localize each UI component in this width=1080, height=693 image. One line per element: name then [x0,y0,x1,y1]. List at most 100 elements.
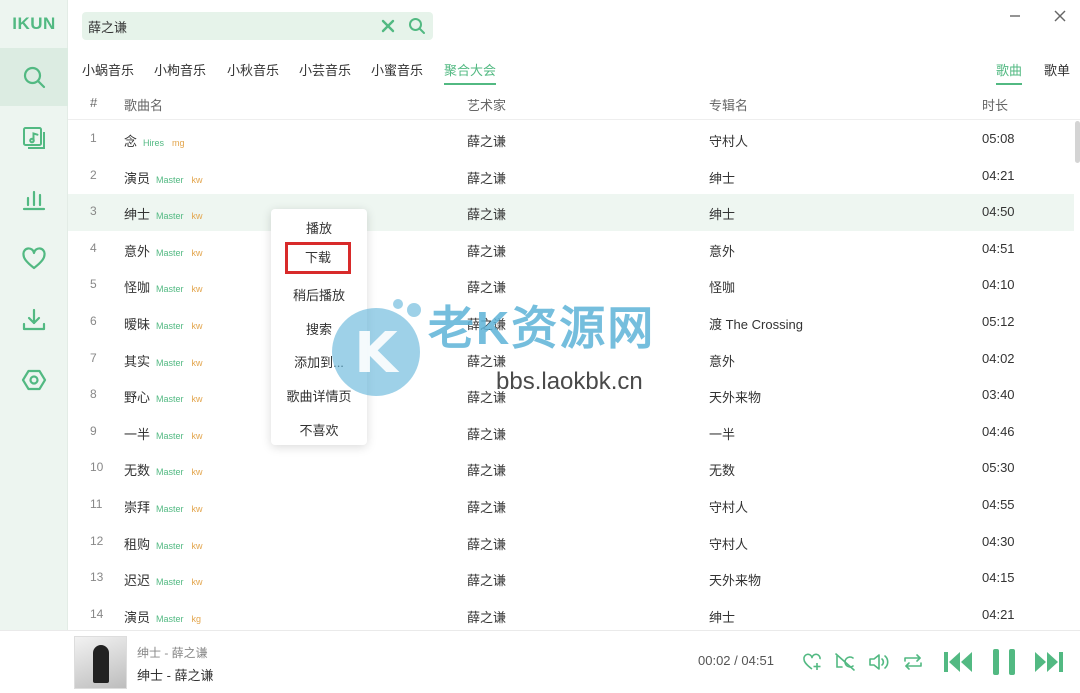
now-playing-title[interactable]: 绅士 - 薛之谦 [137,665,214,684]
header-num: # [90,95,98,110]
artist-cell[interactable]: 薛之谦 [467,534,506,553]
artist-cell[interactable]: 薛之谦 [467,351,506,370]
artist-cell[interactable]: 薛之谦 [467,387,506,406]
album-cell[interactable]: 意外 [709,241,735,260]
duration-cell: 05:08 [982,131,1015,146]
repeat-icon[interactable] [902,652,924,672]
sidebar-item-favorites[interactable] [0,230,68,288]
close-icon[interactable] [1050,6,1070,26]
table-row[interactable]: 10 无数 Master kw 薛之谦 无数 05:30 [68,450,1074,487]
song-title: 暧昧 [124,317,151,332]
duration-cell: 04:21 [982,606,1015,622]
artist-cell[interactable]: 薛之谦 [467,241,506,260]
source-tag: kw [191,284,203,295]
album-cell[interactable]: 守村人 [709,131,748,150]
menu-item-add-to[interactable]: 添加到... [271,352,367,371]
album-cell[interactable]: 一半 [709,424,735,443]
tab-source-2[interactable]: 小枸音乐 [154,60,206,79]
table-row[interactable]: 5 怪咖 Master kw 薛之谦 怪咖 04:10 [68,267,1074,304]
menu-item-download[interactable]: 下载 [285,242,351,274]
tab-source-1[interactable]: 小蜗音乐 [82,60,134,79]
quality-tag: Master [156,540,184,551]
tab-source-4[interactable]: 小芸音乐 [299,60,351,79]
source-tag: kw [191,174,203,185]
pause-icon[interactable] [990,648,1018,676]
table-row[interactable]: 7 其实 Master kw 薛之谦 意外 04:02 [68,341,1074,378]
table-row[interactable]: 2 演员 Master kw 薛之谦 绅士 04:21 [68,158,1074,195]
search-submit-icon[interactable] [408,17,426,35]
lyrics-icon[interactable] [834,652,856,672]
artist-cell[interactable]: 薛之谦 [467,277,506,296]
duration-cell: 04:21 [982,167,1015,183]
album-cell[interactable]: 无数 [709,460,735,479]
table-row[interactable]: 13 迟迟 Master kw 薛之谦 天外来物 04:15 [68,560,1074,597]
sidebar-item-charts[interactable] [0,170,68,228]
tab-songs[interactable]: 歌曲 [996,60,1023,85]
table-row[interactable]: 14 演员 Master kg 薛之谦 绅士 04:21 [68,597,1074,634]
time-display: 00:02 / 04:51 [698,653,774,668]
song-name-cell: 其实 Master kw [124,351,203,370]
favorite-plus-icon[interactable] [802,652,822,672]
artist-cell[interactable]: 薛之谦 [467,314,506,333]
artist-cell[interactable]: 薛之谦 [467,607,506,626]
song-name-cell: 暧昧 Master kw [124,314,203,333]
menu-item-play[interactable]: 播放 [271,218,367,237]
quality-tag: Master [156,504,184,514]
minimize-icon[interactable] [1005,6,1025,26]
song-name-cell: 念 Hires mg [124,131,185,150]
sidebar-item-downloads[interactable] [0,291,68,349]
tab-source-3[interactable]: 小秋音乐 [227,60,279,79]
menu-item-dislike[interactable]: 不喜欢 [271,420,367,439]
song-name-cell: 绅士 Master kw [124,204,203,223]
table-row[interactable]: 6 暧昧 Master kw 薛之谦 渡 The Crossing 05:12 [68,304,1074,341]
album-cell[interactable]: 天外来物 [709,387,761,406]
album-cell[interactable]: 怪咖 [709,277,735,296]
sidebar-item-settings[interactable] [0,351,68,409]
artist-cell[interactable]: 薛之谦 [467,497,506,516]
menu-item-play-later[interactable]: 稍后播放 [271,285,367,304]
time-separator: / [734,653,738,668]
next-track-icon[interactable] [1034,650,1064,674]
table-row[interactable]: 1 念 Hires mg 薛之谦 守村人 05:08 [68,121,1074,158]
row-number: 7 [90,350,97,365]
table-row[interactable]: 9 一半 Master kw 薛之谦 一半 04:46 [68,414,1074,451]
album-cell[interactable]: 守村人 [709,497,748,516]
tab-playlists[interactable]: 歌单 [1044,60,1070,79]
album-cell[interactable]: 绅士 [709,204,735,223]
quality-tag: Master [156,174,184,185]
volume-icon[interactable] [868,652,890,672]
search-input[interactable] [88,12,368,40]
table-row[interactable]: 4 意外 Master kw 薛之谦 意外 04:51 [68,231,1074,268]
table-row[interactable]: 12 租购 Master kw 薛之谦 守村人 04:30 [68,524,1074,561]
album-cell[interactable]: 意外 [709,351,735,370]
artist-cell[interactable]: 薛之谦 [467,204,506,223]
source-tag: kw [191,504,203,514]
sidebar-item-songlist[interactable] [0,109,68,167]
previous-track-icon[interactable] [943,650,973,674]
album-cell[interactable]: 守村人 [709,534,748,553]
player-bar: 绅士 - 薛之谦 绅士 - 薛之谦 00:02 / 04:51 [0,630,1080,693]
artist-cell[interactable]: 薛之谦 [467,131,506,150]
artist-cell[interactable]: 薛之谦 [467,460,506,479]
table-row[interactable]: 11 崇拜 Master kw 薛之谦 守村人 04:55 [68,487,1074,524]
album-cell[interactable]: 渡 The Crossing [709,314,803,333]
heart-icon [22,247,46,270]
artist-cell[interactable]: 薛之谦 [467,570,506,589]
album-cell[interactable]: 天外来物 [709,570,761,589]
sidebar-item-search[interactable] [0,48,68,106]
menu-item-song-details[interactable]: 歌曲详情页 [271,386,367,405]
clear-search-icon[interactable] [380,18,396,34]
scrollbar[interactable] [1075,121,1080,163]
table-row[interactable]: 3 绅士 Master kw 薛之谦 绅士 04:50 [68,194,1074,231]
table-row[interactable]: 8 野心 Master kw 薛之谦 天外来物 03:40 [68,377,1074,414]
tab-source-aggregate[interactable]: 聚合大会 [444,60,497,85]
album-cover[interactable] [74,636,127,689]
artist-cell[interactable]: 薛之谦 [467,168,506,187]
album-cell[interactable]: 绅士 [709,168,735,187]
artist-cell[interactable]: 薛之谦 [467,424,506,443]
song-title: 迟迟 [124,573,151,589]
tab-source-5[interactable]: 小蜜音乐 [371,60,423,79]
cover-figure [93,645,109,683]
menu-item-search[interactable]: 搜索 [271,319,367,338]
album-cell[interactable]: 绅士 [709,607,735,626]
